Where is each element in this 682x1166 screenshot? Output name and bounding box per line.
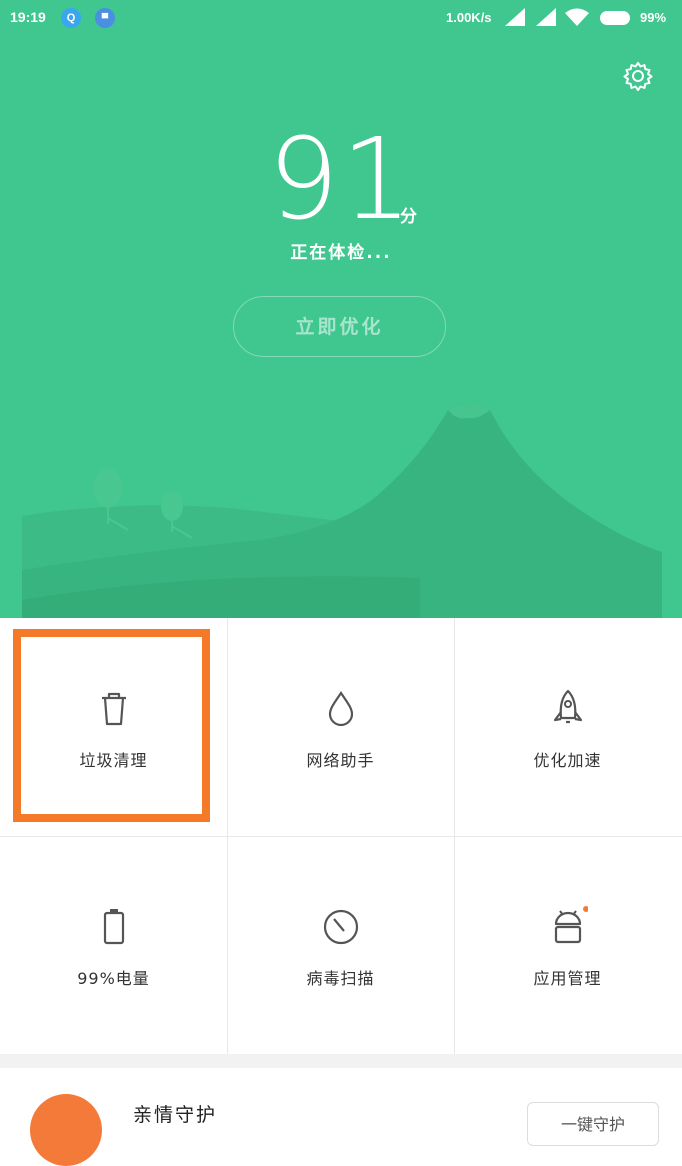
android-icon <box>554 906 588 944</box>
card-title: 亲情守护 <box>133 1104 218 1126</box>
health-score: 91 分 <box>0 120 682 240</box>
tool-junk-cleanup[interactable]: 垃圾清理 <box>0 618 227 836</box>
section-divider <box>0 1054 682 1068</box>
notification-app-icon: ▀ <box>95 8 115 28</box>
tool-label: 99%电量 <box>77 969 150 988</box>
tool-label: 应用管理 <box>533 969 602 988</box>
score-number: 91 <box>267 115 415 245</box>
tool-battery[interactable]: 99%电量 <box>0 836 227 1054</box>
scan-icon <box>323 909 358 945</box>
family-guard-icon <box>30 1094 102 1166</box>
status-bar: 19:19 Q ▀ 1.00K/s 99% <box>0 0 682 36</box>
tool-network-assistant[interactable]: 网络助手 <box>227 618 454 836</box>
gear-icon[interactable] <box>622 60 654 92</box>
rocket-icon <box>553 689 582 724</box>
tool-virus-scan[interactable]: 病毒扫描 <box>227 836 454 1054</box>
family-guard-card[interactable]: 亲情守护 一键守护 <box>0 1068 682 1166</box>
signal-icon <box>505 8 525 26</box>
tool-speed-boost[interactable]: 优化加速 <box>454 618 681 836</box>
tools-grid: 垃圾清理 网络助手 优化加速 99%电量 病毒扫描 应用管理 <box>0 618 682 1054</box>
battery-icon <box>600 11 630 25</box>
wifi-icon <box>565 8 589 26</box>
landscape-illustration <box>22 403 662 618</box>
tool-label: 优化加速 <box>533 751 602 770</box>
tool-label: 病毒扫描 <box>306 969 375 988</box>
status-time: 19:19 <box>10 9 46 25</box>
signal-icon <box>536 8 556 26</box>
tool-label: 网络助手 <box>306 751 375 770</box>
header-panel: 91 分 正在体检... 立即优化 <box>0 0 682 618</box>
battery-icon <box>103 909 124 945</box>
battery-percent: 99% <box>640 10 667 25</box>
droplet-icon <box>328 691 353 727</box>
optimize-button[interactable]: 立即优化 <box>233 296 446 357</box>
trash-icon <box>101 692 126 726</box>
notification-app-icon: Q <box>61 8 81 28</box>
checking-status: 正在体检... <box>290 243 392 263</box>
tool-app-manager[interactable]: 应用管理 <box>454 836 681 1054</box>
guard-button[interactable]: 一键守护 <box>527 1102 659 1146</box>
network-speed: 1.00K/s <box>446 10 492 25</box>
score-unit: 分 <box>400 207 417 227</box>
tool-label: 垃圾清理 <box>79 751 148 770</box>
